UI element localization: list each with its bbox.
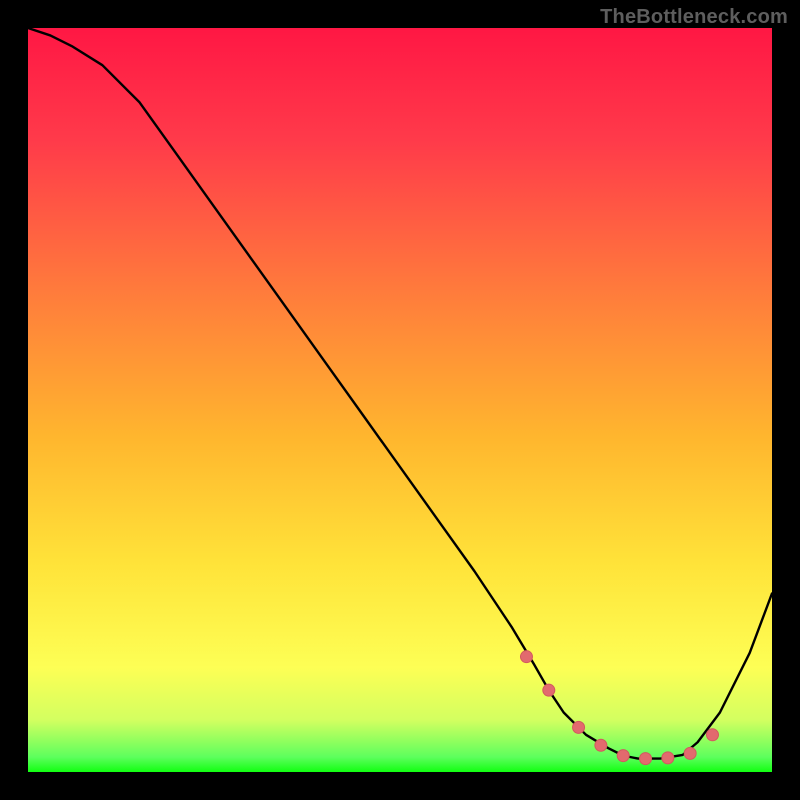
- data-point-target[interactable]: [570, 718, 588, 736]
- data-point-target[interactable]: [659, 749, 677, 767]
- gradient-background: [28, 28, 772, 772]
- data-point-target[interactable]: [592, 736, 610, 754]
- chart-container: TheBottleneck.com: [0, 0, 800, 800]
- data-point-target[interactable]: [540, 681, 558, 699]
- data-point-target[interactable]: [637, 750, 655, 768]
- watermark-text: TheBottleneck.com: [600, 6, 788, 29]
- chart-svg: [28, 28, 772, 772]
- plot-area: [28, 28, 772, 772]
- data-point-target[interactable]: [614, 747, 632, 765]
